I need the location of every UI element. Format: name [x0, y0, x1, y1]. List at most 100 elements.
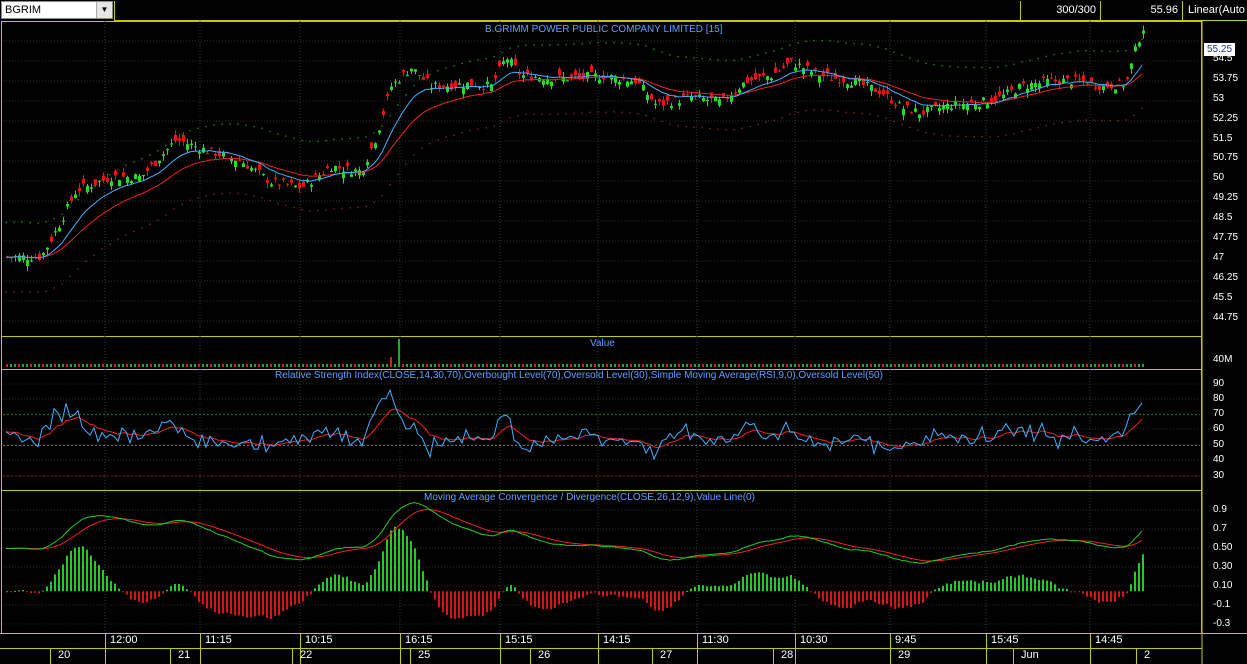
- macd-histogram-bar: [486, 591, 488, 613]
- lower-band-dot: [309, 210, 311, 212]
- volume-bar: [338, 364, 340, 367]
- candle: [910, 112, 913, 114]
- price-axis-tick: 54.5: [1213, 53, 1233, 64]
- chart-canvas[interactable]: [0, 0, 1247, 664]
- upper-band-dot: [189, 129, 191, 132]
- volume-bar: [118, 364, 120, 367]
- candle: [766, 76, 769, 81]
- volume-bar: [694, 364, 696, 367]
- candle: [514, 58, 517, 66]
- volume-bar: [574, 364, 576, 367]
- macd-histogram-bar: [774, 577, 776, 592]
- macd-histogram-bar: [502, 591, 504, 593]
- candle: [746, 76, 749, 83]
- upper-band-dot: [341, 138, 343, 140]
- lower-band-dot: [853, 112, 855, 114]
- upper-band-dot: [1101, 50, 1103, 52]
- macd-histogram-bar: [950, 583, 952, 592]
- lower-band-dot: [301, 208, 303, 211]
- upper-band-dot: [965, 66, 967, 69]
- candle: [214, 153, 217, 157]
- time-axis-label: 15:45: [991, 634, 1019, 646]
- lower-band-dot: [725, 128, 727, 131]
- candle: [1002, 94, 1005, 99]
- volume-bar: [374, 364, 376, 367]
- macd-histogram-bar: [586, 591, 588, 595]
- macd-histogram-bar: [938, 588, 940, 592]
- time-axis-label: 11:15: [205, 634, 232, 646]
- macd-histogram-bar: [202, 591, 204, 605]
- macd-histogram-bar: [422, 571, 424, 592]
- upper-band-dot: [237, 123, 239, 125]
- upper-band-dot: [317, 140, 319, 143]
- candle: [122, 172, 125, 177]
- upper-band-dot: [717, 59, 719, 61]
- upper-band-dot: [1045, 55, 1047, 58]
- volume-bar: [318, 364, 320, 367]
- candle: [1046, 78, 1049, 86]
- time-axis-label: 14:45: [1095, 634, 1123, 646]
- volume-bar: [142, 364, 144, 367]
- macd-histogram-bar: [478, 591, 480, 616]
- upper-band-dot: [933, 63, 935, 66]
- macd-histogram-bar: [562, 591, 564, 604]
- volume-bar: [1018, 364, 1020, 367]
- lower-band-dot: [421, 147, 423, 150]
- candle: [654, 103, 657, 105]
- macd-histogram-bar: [310, 591, 312, 595]
- candle: [182, 135, 185, 142]
- macd-histogram-bar: [1078, 591, 1080, 593]
- upper-band-dot: [885, 48, 887, 50]
- volume-bar: [822, 364, 824, 367]
- volume-bar: [818, 364, 820, 367]
- volume-bar: [330, 364, 332, 367]
- volume-bar: [738, 364, 740, 367]
- volume-bar: [814, 364, 816, 367]
- volume-bar: [46, 364, 48, 367]
- candle: [142, 175, 145, 177]
- volume-bar: [718, 364, 720, 367]
- macd-histogram-bar: [318, 584, 320, 592]
- macd-histogram-bar: [1014, 577, 1016, 592]
- macd-histogram-bar: [82, 546, 84, 592]
- candle: [810, 71, 813, 76]
- candle: [854, 78, 857, 85]
- candle: [550, 81, 553, 87]
- volume-bar: [654, 364, 656, 367]
- volume-bar: [802, 364, 804, 367]
- macd-histogram-bar: [1134, 571, 1136, 592]
- volume-bar: [86, 364, 88, 367]
- upper-band-dot: [485, 57, 487, 60]
- macd-histogram-bar: [1030, 577, 1032, 592]
- candle: [506, 59, 509, 63]
- volume-bar: [914, 364, 916, 367]
- candle: [902, 108, 905, 116]
- volume-bar: [418, 364, 420, 367]
- upper-band-dot: [157, 149, 159, 152]
- lower-band-dot: [141, 227, 143, 229]
- candle: [334, 165, 337, 172]
- upper-band-dot: [37, 222, 39, 224]
- volume-bar: [902, 364, 904, 367]
- upper-band-dot: [581, 43, 583, 45]
- macd-histogram-bar: [538, 591, 540, 608]
- macd-histogram-bar: [450, 591, 452, 619]
- macd-histogram-bar: [306, 591, 308, 597]
- candle: [866, 82, 869, 84]
- upper-band-dot: [973, 66, 975, 69]
- lower-band-dot: [589, 111, 591, 113]
- macd-histogram-bar: [322, 581, 324, 592]
- candle: [26, 260, 29, 267]
- macd-histogram-bar: [110, 581, 112, 592]
- lower-band-dot: [469, 129, 471, 132]
- lower-band-dot: [461, 131, 463, 134]
- volume-bar: [174, 364, 176, 367]
- candle: [178, 138, 181, 141]
- rsi-axis-tick: 90: [1213, 378, 1225, 389]
- lower-band-dot: [109, 243, 111, 245]
- upper-band-dot: [525, 44, 527, 46]
- upper-band-dot: [101, 178, 103, 181]
- volume-bar: [10, 364, 12, 367]
- volume-bar: [1030, 364, 1032, 367]
- price-axis-tick: 49.25: [1213, 192, 1239, 203]
